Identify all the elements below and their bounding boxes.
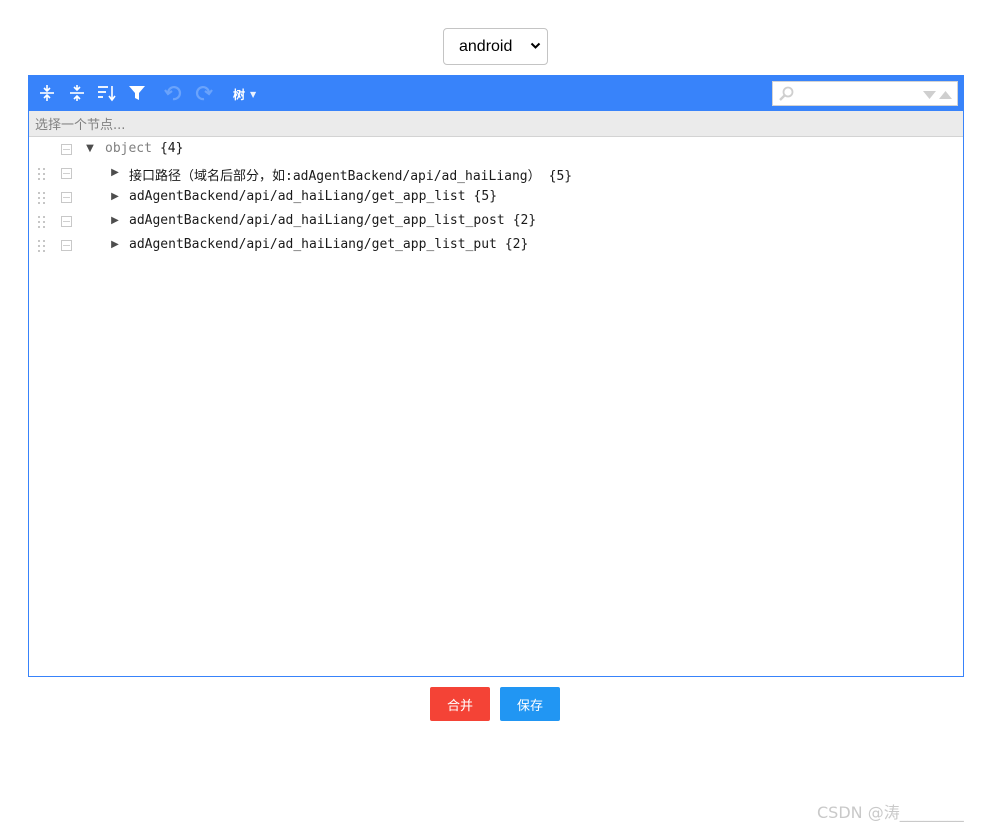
node-count: {4} bbox=[159, 141, 184, 156]
editor-toolbar: 树 ▼ bbox=[29, 76, 963, 111]
node-count: {5} bbox=[473, 189, 498, 204]
drag-handle-icon[interactable] bbox=[38, 168, 46, 181]
redo-icon[interactable] bbox=[193, 82, 215, 104]
merge-button[interactable]: 合并 bbox=[430, 687, 490, 721]
expand-toggle-icon[interactable]: ▶ bbox=[109, 215, 121, 227]
node-key: adAgentBackend/api/ad_haiLiang/get_app_l… bbox=[129, 237, 497, 252]
tree-row[interactable]: ▶ adAgentBackend/api/ad_haiLiang/get_app… bbox=[29, 210, 963, 234]
drag-handle-icon[interactable] bbox=[38, 192, 46, 205]
search-box[interactable] bbox=[772, 81, 958, 106]
drag-handle-icon[interactable] bbox=[38, 240, 46, 253]
search-icon bbox=[779, 86, 794, 101]
node-key: adAgentBackend/api/ad_haiLiang/get_app_l… bbox=[129, 213, 505, 228]
node-label: adAgentBackend/api/ad_haiLiang/get_app_l… bbox=[129, 213, 536, 228]
undo-icon[interactable] bbox=[162, 82, 184, 104]
tree-row[interactable]: ▶ 接口路径（域名后部分，如:adAgentBackend/api/ad_hai… bbox=[29, 162, 963, 186]
context-menu-icon[interactable] bbox=[61, 192, 72, 203]
save-button[interactable]: 保存 bbox=[500, 687, 560, 721]
tree-row[interactable]: ▶ adAgentBackend/api/ad_haiLiang/get_app… bbox=[29, 186, 963, 210]
node-label: adAgentBackend/api/ad_haiLiang/get_app_l… bbox=[129, 237, 528, 252]
node-count: {2} bbox=[512, 213, 537, 228]
node-label: adAgentBackend/api/ad_haiLiang/get_app_l… bbox=[129, 189, 497, 204]
navbar-placeholder: 选择一个节点... bbox=[35, 118, 126, 133]
node-count: {2} bbox=[504, 237, 529, 252]
node-label: object {4} bbox=[105, 141, 183, 156]
tree-row[interactable]: ▶ adAgentBackend/api/ad_haiLiang/get_app… bbox=[29, 234, 963, 258]
expand-toggle-icon[interactable]: ▶ bbox=[109, 167, 121, 179]
node-count: {5} bbox=[548, 169, 573, 184]
context-menu-icon[interactable] bbox=[61, 240, 72, 251]
watermark: CSDN @涛________ bbox=[817, 803, 964, 822]
node-key: object bbox=[105, 141, 152, 156]
context-menu-icon[interactable] bbox=[61, 168, 72, 179]
expand-toggle-icon[interactable]: ▼ bbox=[84, 143, 96, 155]
node-navigation-bar[interactable]: 选择一个节点... bbox=[29, 111, 963, 137]
mode-dropdown-button[interactable]: 树 ▼ bbox=[233, 84, 256, 104]
caret-down-icon: ▼ bbox=[250, 89, 257, 99]
node-key: 接口路径（域名后部分，如:adAgentBackend/api/ad_haiLi… bbox=[129, 169, 541, 184]
platform-select-value: android bbox=[459, 37, 513, 55]
drag-handle-icon[interactable] bbox=[38, 216, 46, 229]
sort-icon[interactable] bbox=[96, 82, 118, 104]
tree-row-root[interactable]: ▼ object {4} bbox=[29, 138, 963, 162]
node-key: adAgentBackend/api/ad_haiLiang/get_app_l… bbox=[129, 189, 466, 204]
mode-label: 树 bbox=[233, 87, 246, 102]
platform-select[interactable]: android bbox=[443, 28, 548, 65]
expand-all-icon[interactable] bbox=[36, 82, 58, 104]
node-label: 接口路径（域名后部分，如:adAgentBackend/api/ad_haiLi… bbox=[129, 165, 572, 184]
context-menu-icon[interactable] bbox=[61, 144, 72, 155]
expand-toggle-icon[interactable]: ▶ bbox=[109, 191, 121, 203]
json-tree: ▼ object {4} ▶ 接口路径（域名后部分，如:adAgentBacken… bbox=[29, 138, 963, 258]
json-editor: 树 ▼ 选择一个节点... ▼ object {4} ▶ 接口路径（域名后部分，… bbox=[28, 75, 964, 677]
collapse-all-icon[interactable] bbox=[66, 82, 88, 104]
filter-icon[interactable] bbox=[126, 82, 148, 104]
chevron-down-icon bbox=[530, 42, 541, 49]
search-previous-icon[interactable] bbox=[939, 91, 952, 100]
context-menu-icon[interactable] bbox=[61, 216, 72, 227]
search-next-icon[interactable] bbox=[923, 91, 936, 100]
expand-toggle-icon[interactable]: ▶ bbox=[109, 239, 121, 251]
